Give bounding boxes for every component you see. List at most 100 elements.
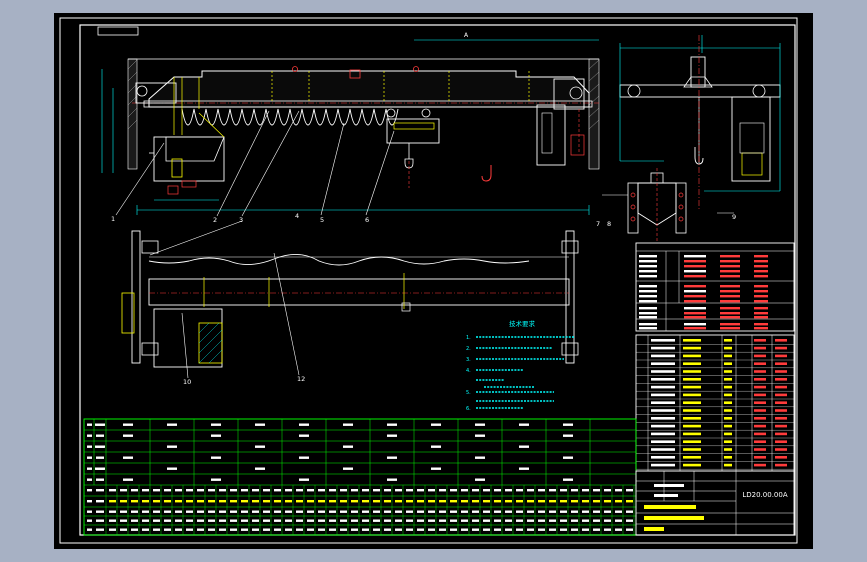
table-cell-mark (639, 300, 657, 303)
grid-cell-mark (387, 434, 397, 437)
grid-cell-mark (255, 423, 265, 426)
cad-viewport[interactable]: 技术要求 1. 2. 3. 4. 5. 6. LD20.00.00A A 1 2… (0, 0, 867, 562)
table-cell-mark (724, 362, 732, 365)
grid-cell-mark (343, 467, 353, 470)
table-cell-mark (651, 393, 675, 397)
grid-cell-mark (582, 510, 589, 513)
frame-tag (97, 26, 139, 36)
table-cell-mark (754, 290, 768, 293)
grid-cell-mark (109, 489, 116, 492)
table-cell-mark (683, 393, 701, 397)
table-cell-mark (683, 448, 701, 451)
table-cell-mark (651, 354, 675, 358)
title-block: LD20.00.00A (635, 470, 795, 536)
grid-cell-mark (593, 500, 600, 503)
grid-cell-mark (263, 489, 270, 492)
table-cell-mark (775, 463, 787, 467)
grid-header-mark (96, 467, 104, 470)
grid-cell-mark (439, 510, 446, 513)
grid-cell-mark (241, 489, 248, 492)
grid-cell-mark (516, 528, 523, 531)
grid-header-mark (96, 456, 104, 459)
table-cell-mark (651, 456, 675, 459)
table-cell-mark (754, 401, 766, 404)
grid-cell-mark (373, 528, 380, 531)
grid-cell-mark (475, 478, 485, 481)
table-cell-mark (683, 378, 701, 381)
table-cell-mark (651, 463, 675, 467)
grid-cell-mark (626, 510, 633, 513)
table-cell-mark (724, 346, 732, 350)
grid-cell-mark (431, 445, 441, 448)
grid-cell-mark (563, 434, 573, 437)
balloon-8: 8 (607, 220, 611, 228)
table-cell-mark (754, 312, 768, 315)
grid-cell-mark (230, 528, 237, 531)
grid-cell-mark (439, 489, 446, 492)
grid-cell-mark (549, 489, 556, 492)
grid-cell-mark (560, 510, 567, 513)
table-cell-mark (775, 440, 787, 443)
table-cell-mark (720, 265, 740, 268)
table-cell-mark (724, 463, 732, 467)
table-cell-mark (754, 255, 768, 258)
grid-cell-mark (472, 510, 479, 513)
grid-cell-mark (516, 510, 523, 513)
grid-cell-mark (285, 500, 292, 503)
table-cell-mark (684, 295, 706, 298)
grid-cell-mark (461, 500, 468, 503)
grid-cell-mark (395, 519, 402, 522)
table-cell-mark (683, 339, 701, 342)
table-cell-mark (724, 448, 732, 451)
technical-notes: 技术要求 1. 2. 3. 4. 5. 6. (466, 319, 574, 412)
balloon-12: 12 (297, 375, 305, 383)
grid-cell-mark (483, 528, 490, 531)
table-cell-mark (720, 290, 740, 293)
grid-cell-mark (494, 500, 501, 503)
table-cell-mark (754, 346, 766, 350)
table-cell-mark (639, 290, 657, 293)
grid-cell-mark (329, 510, 336, 513)
grid-cell-mark (109, 519, 116, 522)
table-cell-mark (775, 370, 787, 373)
grid-cell-mark (255, 445, 265, 448)
grid-cell-mark (626, 519, 633, 522)
grid-cell-mark (450, 519, 457, 522)
grid-cell-mark (615, 519, 622, 522)
grid-cell-mark (351, 528, 358, 531)
grid-cell-mark (318, 489, 325, 492)
table-cell-mark (775, 393, 787, 397)
grid-cell-mark (582, 519, 589, 522)
grid-cell-mark (604, 500, 611, 503)
grid-cell-mark (563, 456, 573, 459)
grid-cell-mark (483, 489, 490, 492)
table-cell-mark (754, 285, 768, 288)
table-cell-mark (754, 370, 766, 373)
table-cell-mark (724, 456, 732, 459)
grid-cell-mark (211, 423, 221, 426)
table-cell-mark (754, 432, 766, 436)
table-cell-mark (720, 285, 740, 288)
grid-cell-mark (475, 456, 485, 459)
grid-cell-mark (604, 489, 611, 492)
table-cell-mark (639, 275, 657, 278)
table-cell-mark (724, 417, 732, 420)
grid-cell-mark (351, 489, 358, 492)
grid-cell-mark (373, 500, 380, 503)
grid-header-mark (96, 510, 104, 513)
grid-cell-mark (340, 489, 347, 492)
grid-cell-mark (395, 510, 402, 513)
grid-cell-mark (219, 500, 226, 503)
grid-cell-mark (211, 478, 221, 481)
balloon-6: 6 (365, 216, 369, 224)
grid-cell-mark (318, 510, 325, 513)
table-cell-mark (724, 409, 732, 412)
table-cell-mark (639, 265, 657, 268)
grid-cell-mark (241, 510, 248, 513)
grid-cell-mark (527, 500, 534, 503)
grid-cell-mark (230, 489, 237, 492)
grid-cell-mark (208, 510, 215, 513)
table-cell-mark (775, 448, 787, 451)
grid-cell-mark (362, 489, 369, 492)
grid-cell-mark (362, 528, 369, 531)
